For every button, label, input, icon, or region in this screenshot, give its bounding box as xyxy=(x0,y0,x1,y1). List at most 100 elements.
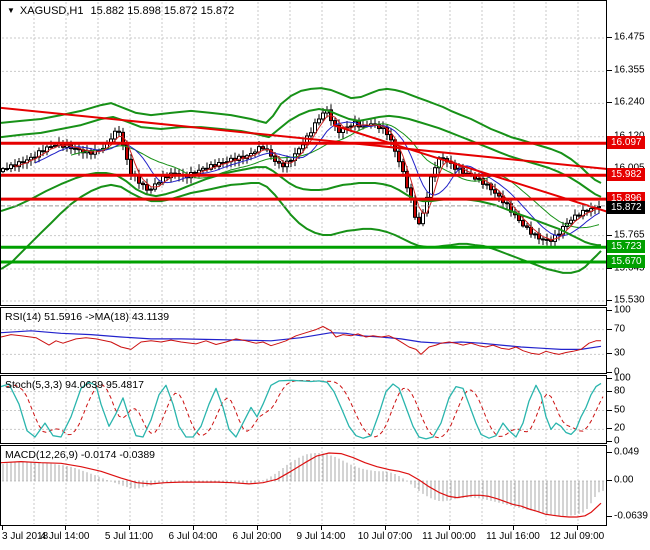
candle-bearish xyxy=(494,190,497,193)
stochastic-label: Stoch(5,3,3) 94.0639 95.4817 xyxy=(5,379,144,391)
time-tick xyxy=(449,526,450,530)
symbol-timeframe-label: XAGUSD,H1 xyxy=(20,5,84,17)
candle-bullish xyxy=(10,165,13,169)
time-tick xyxy=(385,526,386,530)
candle-bearish xyxy=(146,185,149,191)
candle-bullish xyxy=(574,215,577,220)
rsi-indicator-panel: RSI(14) 51.5916 ->MA(18) 43.1139 xyxy=(0,307,607,374)
candle-bullish xyxy=(286,161,289,167)
candle-bearish xyxy=(118,131,121,132)
axis-tick xyxy=(607,300,612,301)
candle-bearish xyxy=(578,215,581,216)
candle-bearish xyxy=(414,199,417,217)
time-tick xyxy=(2,526,3,530)
time-tick xyxy=(321,526,322,530)
macd-scale-label: 0.049 xyxy=(614,447,639,458)
candle-bearish xyxy=(130,159,133,174)
candle-bullish xyxy=(558,234,561,235)
candle-bearish xyxy=(214,165,217,167)
main-chart-panel: ▼XAGUSD,H115.882 15.898 15.872 15.872 xyxy=(0,0,607,306)
candle-bullish xyxy=(350,126,353,127)
axis-tick xyxy=(607,452,612,453)
axis-tick xyxy=(607,37,612,38)
candle-bullish xyxy=(302,145,305,149)
candle-bullish xyxy=(322,113,325,119)
macd-indicator-panel: MACD(12,26,9) -0.0174 -0.0389 xyxy=(0,445,607,526)
candle-bullish xyxy=(534,234,537,235)
chart-title: ▼XAGUSD,H115.882 15.898 15.872 15.872 xyxy=(7,5,234,17)
candle-bullish xyxy=(382,127,385,128)
time-scale[interactable]: 3 Jul 20184 Jul 14:005 Jul 11:006 Jul 04… xyxy=(0,526,650,550)
candle-bearish xyxy=(522,221,525,226)
candle-bullish xyxy=(54,145,57,146)
axis-tick xyxy=(607,310,612,311)
time-label: 6 Jul 20:00 xyxy=(233,531,282,542)
price-tick-label: 16.240 xyxy=(614,97,645,108)
candle-bearish xyxy=(142,183,145,184)
price-scale[interactable]: 16.47516.35516.24016.12016.00515.76515.6… xyxy=(607,0,650,527)
main-chart-canvas[interactable] xyxy=(1,1,606,305)
candle-bullish xyxy=(158,183,161,184)
stoch-scale-label: 0 xyxy=(614,436,620,447)
axis-tick xyxy=(607,378,612,379)
time-tick xyxy=(65,526,66,530)
candle-bullish xyxy=(314,123,317,133)
time-label: 12 Jul 09:00 xyxy=(550,531,605,542)
price-marker-red: 16.097 xyxy=(607,136,645,149)
rsi-label: RSI(14) 51.5916 ->MA(18) 43.1139 xyxy=(5,311,169,323)
price-marker-red: 15.982 xyxy=(607,168,645,181)
axis-tick xyxy=(607,516,612,517)
candle-bearish xyxy=(378,124,381,128)
candle-bullish xyxy=(598,207,601,208)
stoch-scale-label: 20 xyxy=(614,423,625,434)
candle-bullish xyxy=(2,169,5,172)
macd-label: MACD(12,26,9) -0.0174 -0.0389 xyxy=(5,449,155,461)
candle-bullish xyxy=(486,184,489,185)
price-tick-label: 15.765 xyxy=(614,230,645,241)
candle-bullish xyxy=(202,168,205,170)
candle-bearish xyxy=(262,147,265,149)
stochastic-indicator-panel: Stoch(5,3,3) 94.0639 95.4817 xyxy=(0,375,607,444)
candle-bullish xyxy=(318,119,321,123)
stoch-scale-label: 100 xyxy=(614,373,631,384)
time-tick xyxy=(257,526,258,530)
candle-bearish xyxy=(390,135,393,140)
candle-bullish xyxy=(50,147,53,148)
candle-bearish xyxy=(526,226,529,227)
rsi-scale-label: 30 xyxy=(614,348,625,359)
time-tick xyxy=(129,526,130,530)
stoch-scale-label: 50 xyxy=(614,405,625,416)
time-label: 6 Jul 04:00 xyxy=(169,531,218,542)
time-label: 10 Jul 07:00 xyxy=(358,531,413,542)
candle-bearish xyxy=(194,172,197,173)
price-marker-black: 15.872 xyxy=(607,201,645,214)
candle-bullish xyxy=(422,213,425,224)
symbol-dropdown-icon[interactable]: ▼ xyxy=(7,6,15,15)
band-lower-outer xyxy=(1,183,601,273)
price-tick-label: 16.355 xyxy=(614,65,645,76)
candle-bullish xyxy=(74,148,77,149)
stoch-scale-label: 80 xyxy=(614,386,625,397)
candle-bullish xyxy=(222,163,225,164)
candle-bearish xyxy=(278,161,281,163)
candle-bearish xyxy=(22,162,25,163)
time-label: 4 Jul 14:00 xyxy=(41,531,90,542)
axis-tick xyxy=(607,102,612,103)
axis-tick xyxy=(607,410,612,411)
candle-bearish xyxy=(546,239,549,240)
axis-tick xyxy=(607,372,612,373)
candle-bearish xyxy=(418,217,421,223)
candle-bullish xyxy=(290,160,293,161)
time-tick xyxy=(193,526,194,530)
candle-bearish xyxy=(42,151,45,152)
time-label: 9 Jul 14:00 xyxy=(297,531,346,542)
rsi-scale-label: 100 xyxy=(614,305,631,316)
candle-bullish xyxy=(478,178,481,179)
time-tick xyxy=(513,526,514,530)
chart-window: ▼XAGUSD,H115.882 15.898 15.872 15.872 RS… xyxy=(0,0,650,550)
axis-tick xyxy=(607,235,612,236)
time-label: 5 Jul 11:00 xyxy=(105,531,153,542)
candle-bullish xyxy=(298,149,301,154)
candle-bullish xyxy=(150,189,153,190)
axis-tick xyxy=(607,353,612,354)
